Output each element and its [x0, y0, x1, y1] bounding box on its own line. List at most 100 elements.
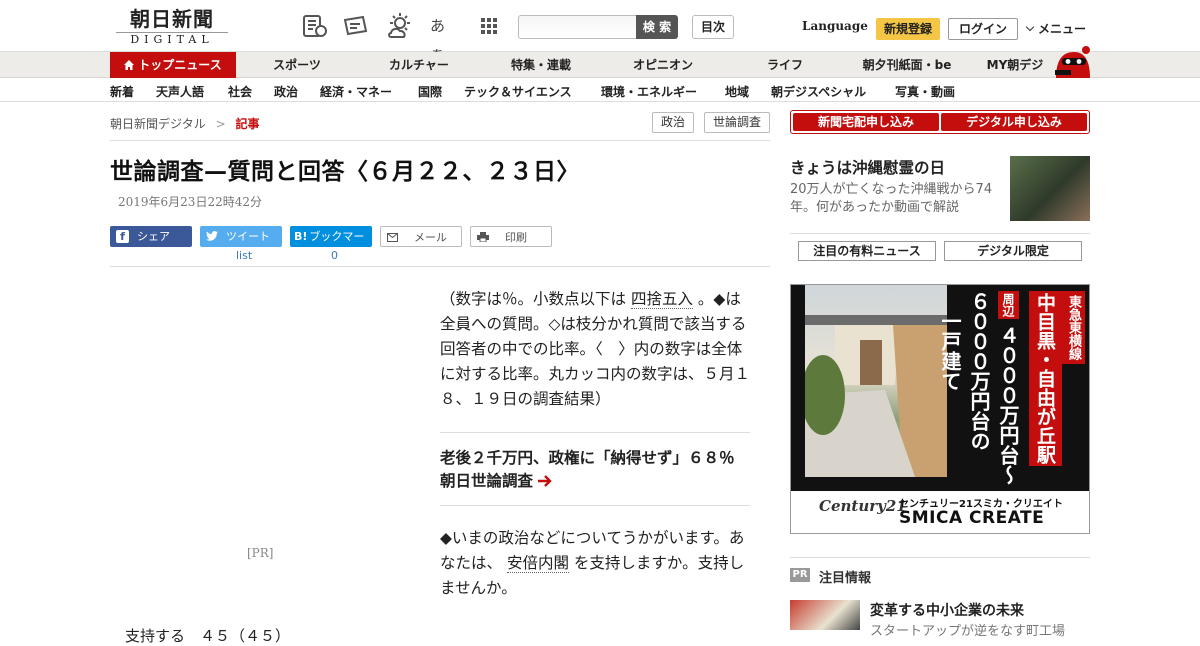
promo-title[interactable]: きょうは沖縄慰霊の日	[790, 156, 945, 178]
twitter-share-button[interactable]: ツイート	[200, 226, 282, 247]
ticket-icon[interactable]	[342, 12, 370, 40]
breadcrumb: 朝日新聞デジタル > 記事	[110, 115, 260, 132]
ad-brand-bar: Century21 センチュリー21スミカ・クリエイト SMICA CREATE	[791, 491, 1089, 533]
nav-regional[interactable]: 地域	[725, 83, 749, 100]
featured-heading: 注目情報	[819, 571, 872, 586]
breadcrumb-separator: >	[215, 117, 226, 131]
ad-line-label: 東急東横線	[1062, 291, 1085, 364]
nav-sports[interactable]: スポーツ	[242, 52, 352, 78]
ad-house-photo	[801, 285, 947, 477]
pr-label: [PR]	[247, 546, 274, 560]
hatena-icon: B!	[294, 230, 308, 243]
nav-photo-video[interactable]: 写真・動画	[895, 83, 955, 100]
cabinet-link[interactable]: 安倍内閣	[506, 554, 569, 573]
login-button[interactable]: ログイン	[948, 18, 1018, 40]
menu-button[interactable]: メニュー	[1025, 20, 1087, 37]
ad-house-type: 一戸建て	[938, 311, 962, 391]
hatena-bookmark-button[interactable]: B! ブックマーク	[290, 226, 372, 264]
nav-top-news[interactable]: トップニュース	[110, 52, 236, 78]
nav-latest[interactable]: 新着	[110, 83, 134, 100]
font-size-icon[interactable]: あぁ	[430, 12, 458, 63]
digital-subscribe-button[interactable]: デジタル申し込み	[941, 113, 1087, 131]
promo-description[interactable]: 20万人が亡くなった沖縄戦から74年。何があったか動画で解説	[790, 181, 995, 217]
newspaper-icon[interactable]	[300, 12, 328, 40]
nav-society[interactable]: 社会	[228, 83, 252, 100]
language-link[interactable]: Language	[802, 19, 868, 33]
article-headline: 世論調査—質問と回答〈６月２２、２３日〉	[110, 159, 580, 185]
nav-life[interactable]: ライフ	[730, 52, 840, 78]
signup-button[interactable]: 新規登録	[876, 18, 940, 40]
promo-thumbnail[interactable]	[1010, 156, 1090, 221]
nav-politics[interactable]: 政治	[274, 83, 298, 100]
nav-opinion[interactable]: オピニオン	[608, 52, 718, 78]
search-input[interactable]	[518, 15, 638, 39]
intro-text-1: （数字は％。小数点以下は	[440, 290, 627, 308]
search-button[interactable]: 検 索	[636, 15, 678, 39]
breadcrumb-home[interactable]: 朝日新聞デジタル	[110, 117, 206, 131]
divider	[110, 140, 770, 141]
tag-opinion-poll[interactable]: 世論調査	[704, 112, 770, 133]
facebook-share-label: シェア	[137, 230, 170, 243]
divider	[790, 233, 1090, 234]
real-estate-ad[interactable]: 東急東横線 中目黒・自由が丘駅 周辺 ４０００万円台〜 ６０００万円台の 一戸建…	[790, 284, 1090, 534]
print-button[interactable]: 印刷	[470, 226, 552, 247]
ad-brand-en: SMICA CREATE	[899, 508, 1045, 528]
weather-icon[interactable]	[386, 12, 414, 40]
tag-politics[interactable]: 政治	[652, 112, 694, 133]
mail-button[interactable]: メール	[380, 226, 462, 247]
divider	[790, 557, 1090, 558]
ad-price-2: ６０００万円台の	[967, 291, 991, 451]
question-text: ◆いまの政治などについてうかがいます。あなたは、 安倍内閣 を支持しますか。支持…	[440, 526, 750, 601]
nav-culture[interactable]: カルチャー	[364, 52, 474, 78]
logo-sub: DIGITAL	[116, 32, 228, 46]
mail-icon	[387, 227, 398, 248]
related-article-title: 老後２千万円、政権に「納得せず」６８％ 朝日世論調査	[440, 449, 751, 490]
article-timestamp: 2019年6月23日22時42分	[118, 195, 262, 209]
century21-logo: Century21	[819, 497, 907, 515]
toc-button[interactable]: 目次	[692, 15, 734, 39]
featured-thumbnail[interactable]	[790, 600, 860, 630]
divider	[110, 266, 770, 267]
menu-label: メニュー	[1038, 22, 1087, 36]
breadcrumb-current: 記事	[235, 117, 260, 131]
nav-top-label: トップニュース	[138, 58, 222, 72]
ad-area: 周辺	[998, 291, 1019, 319]
print-label: 印刷	[505, 231, 527, 244]
pr-badge: PR	[790, 568, 810, 582]
nav-special[interactable]: 朝デジスペシャル	[771, 83, 866, 100]
mascot-icon[interactable]	[1052, 44, 1092, 78]
top-bar: 朝日新聞 DIGITAL あぁ 検 索 目次 Language 新規登録 ログイ…	[0, 0, 1200, 63]
divider	[440, 432, 750, 433]
arrow-right-icon	[538, 472, 553, 490]
nav-environment[interactable]: 環境・エネルギー	[601, 83, 697, 100]
chevron-down-icon	[1025, 22, 1035, 32]
nav-economy[interactable]: 経済・マネー	[320, 83, 392, 100]
nav-tenseijingo[interactable]: 天声人語	[156, 83, 204, 100]
tab-digital-only[interactable]: デジタル限定	[944, 241, 1082, 261]
grid-menu-icon[interactable]	[475, 12, 503, 40]
facebook-share-button[interactable]: f シェア	[110, 226, 192, 247]
subscription-box: 新聞宅配申し込み デジタル申し込み	[790, 110, 1090, 134]
featured-article-title[interactable]: 変革する中小企業の未来	[870, 600, 1024, 620]
nav-international[interactable]: 国際	[418, 83, 442, 100]
answer-line: 支持する ４５（４５）	[125, 627, 291, 645]
intro-term-link[interactable]: 四捨五入	[630, 290, 693, 309]
newspaper-subscribe-button[interactable]: 新聞宅配申し込み	[793, 113, 939, 131]
ad-station: 中目黒・自由が丘駅	[1029, 291, 1062, 466]
nav-tech-science[interactable]: テック＆サイエンス	[464, 83, 572, 100]
ad-vertical-copy: 東急東横線 中目黒・自由が丘駅 周辺 ４０００万円台〜 ６０００万円台の 一戸建…	[938, 291, 1085, 487]
home-icon	[124, 53, 135, 70]
twitter-icon	[206, 226, 218, 247]
nav-features[interactable]: 特集・連載	[486, 52, 596, 78]
nav-print-edition[interactable]: 朝夕刊紙面・be	[852, 52, 962, 78]
twitter-count[interactable]: list	[236, 249, 252, 262]
site-logo[interactable]: 朝日新聞 DIGITAL	[116, 8, 228, 48]
logo-main: 朝日新聞	[130, 7, 214, 31]
print-icon	[477, 227, 489, 248]
facebook-icon: f	[116, 230, 129, 243]
related-article-link[interactable]: 老後２千万円、政権に「納得せず」６８％ 朝日世論調査	[440, 447, 750, 493]
mail-label: メール	[414, 231, 447, 244]
twitter-share-label: ツイート	[226, 230, 270, 243]
tab-paid-news[interactable]: 注目の有料ニュース	[798, 241, 936, 261]
hatena-count[interactable]: 0	[331, 249, 338, 262]
